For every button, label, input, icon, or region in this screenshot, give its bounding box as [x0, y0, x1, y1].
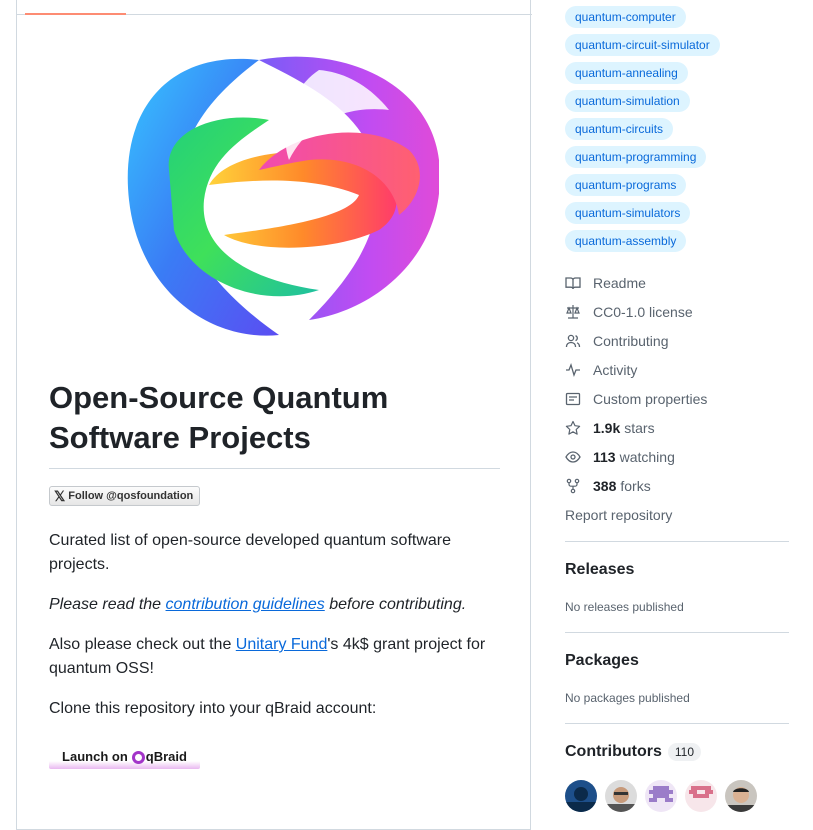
contribution-guidelines-link[interactable]: contribution guidelines — [166, 596, 325, 613]
releases-heading[interactable]: Releases — [565, 561, 634, 579]
watching-label: watching — [619, 449, 675, 465]
topic-tag[interactable]: quantum-circuits — [565, 118, 674, 140]
topic-tag[interactable]: quantum-programming — [565, 146, 707, 168]
forks-label: forks — [620, 478, 651, 494]
readme-title: Open-Source Quantum Software Projects — [49, 380, 389, 455]
launch-on-label: Launch on — [62, 748, 128, 764]
contributing-link[interactable]: Contributing — [565, 331, 669, 351]
launch-on-qbraid-button[interactable]: Launch on qBraid — [49, 743, 200, 769]
avatar[interactable] — [605, 780, 637, 812]
contributors-heading-label: Contributors — [565, 743, 662, 761]
forks-count: 388 — [593, 478, 617, 494]
scale-icon — [565, 304, 581, 320]
unitary-fund-prefix: Also please check out the — [49, 636, 236, 653]
unitary-fund-note: Also please check out the Unitary Fund's… — [49, 633, 509, 681]
report-repository-link[interactable]: Report repository — [565, 505, 672, 525]
fork-icon — [565, 478, 581, 494]
book-icon — [565, 275, 581, 291]
report-repository-label: Report repository — [565, 507, 673, 523]
stars-label: stars — [624, 420, 655, 436]
tab-readme-active-indicator[interactable] — [25, 13, 126, 15]
unitary-fund-link[interactable]: Unitary Fund — [236, 636, 328, 653]
sidebar-divider — [565, 541, 789, 542]
contributing-label: Contributing — [593, 333, 669, 349]
activity-link[interactable]: Activity — [565, 360, 637, 380]
people-icon — [565, 333, 581, 349]
x-logo-icon: 𝕏 — [54, 488, 66, 504]
topic-tag[interactable]: quantum-assembly — [565, 230, 687, 252]
avatar[interactable] — [565, 780, 597, 812]
readme-label: Readme — [593, 275, 646, 291]
readme-link[interactable]: Readme — [565, 273, 646, 293]
activity-label: Activity — [593, 362, 638, 378]
packages-empty-text: No packages published — [565, 691, 690, 705]
contribution-note: Please read the contribution guidelines … — [49, 593, 509, 617]
topic-tag[interactable]: quantum-simulation — [565, 90, 690, 112]
watching-link[interactable]: 113 watching — [565, 447, 675, 467]
license-link[interactable]: CC0-1.0 license — [565, 302, 693, 322]
topic-tag[interactable]: quantum-computer — [565, 6, 686, 28]
contribution-note-prefix: Please read the — [49, 596, 166, 613]
avatar[interactable] — [645, 780, 677, 812]
avatar[interactable] — [725, 780, 757, 812]
topic-tag[interactable]: quantum-simulators — [565, 202, 691, 224]
watching-count: 113 — [593, 449, 616, 465]
stars-link[interactable]: 1.9k stars — [565, 418, 655, 438]
qbraid-logo-icon — [131, 750, 145, 764]
qbraid-brand: qBraid — [145, 748, 187, 764]
note-icon — [565, 391, 581, 407]
forks-link[interactable]: 388 forks — [565, 476, 651, 496]
follow-badge-label: Follow @qosfoundation — [68, 490, 194, 502]
contributors-heading[interactable]: Contributors 110 — [565, 743, 702, 761]
intro-paragraph: Curated list of open-source developed qu… — [49, 532, 452, 573]
stars-count: 1.9k — [593, 420, 621, 436]
sidebar-divider — [565, 632, 789, 633]
topic-tag[interactable]: quantum-circuit-simulator — [565, 34, 720, 56]
sidebar-divider — [565, 723, 789, 724]
packages-heading[interactable]: Packages — [565, 652, 639, 670]
releases-empty-text: No releases published — [565, 600, 684, 614]
topic-tag[interactable]: quantum-programs — [565, 174, 687, 196]
custom-properties-link[interactable]: Custom properties — [565, 389, 707, 409]
contributors-count: 110 — [667, 743, 702, 761]
avatar[interactable] — [685, 780, 717, 812]
clone-instruction: Clone this repository into your qBraid a… — [49, 700, 377, 717]
contribution-note-suffix: before contributing. — [324, 596, 467, 613]
eye-icon — [565, 449, 581, 465]
custom-properties-label: Custom properties — [593, 391, 708, 407]
readme-panel: Open-Source Quantum Software Projects 𝕏 … — [16, 0, 532, 830]
qosf-torus-logo[interactable] — [109, 50, 439, 342]
star-icon — [565, 420, 581, 436]
twitter-follow-badge[interactable]: 𝕏 Follow @qosfoundation — [49, 486, 200, 506]
license-label: CC0-1.0 license — [593, 304, 693, 320]
title-divider — [49, 468, 500, 469]
pulse-icon — [565, 362, 581, 378]
topic-tag[interactable]: quantum-annealing — [565, 62, 688, 84]
